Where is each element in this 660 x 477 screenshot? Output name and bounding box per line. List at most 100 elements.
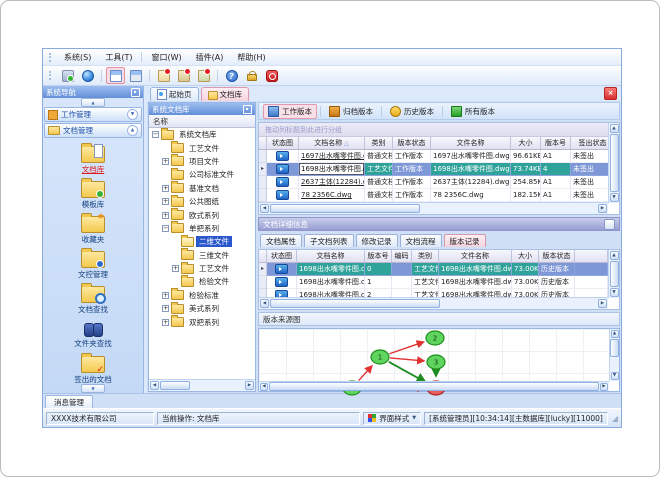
scroll-down-icon[interactable]: ▼ <box>609 193 619 202</box>
scrollbar-thumb[interactable] <box>610 339 619 357</box>
column-header[interactable]: 大小 <box>511 137 541 150</box>
menu-item[interactable]: 窗口(W) <box>144 52 188 63</box>
tree-expand-icon[interactable]: + <box>162 292 169 299</box>
tree-item[interactable]: + 项目文件 <box>149 154 255 168</box>
sidebar-item[interactable]: 签出的文档 <box>47 353 139 388</box>
sidebar-item[interactable]: 文控管理 <box>47 248 139 283</box>
sidebar-item[interactable]: 文件夹查找 <box>47 318 139 353</box>
detail-tab[interactable]: 文档属性 <box>260 234 302 247</box>
column-header[interactable]: 版本状态 <box>393 137 431 150</box>
sidebar-item[interactable]: 文档查找 <box>47 283 139 318</box>
scrollbar-thumb[interactable] <box>609 134 619 192</box>
menubar-grip[interactable] <box>49 52 54 62</box>
tree-collapse-icon[interactable]: − <box>152 131 159 139</box>
scroll-left-icon[interactable]: ◀ <box>260 382 268 391</box>
scrollbar-thumb[interactable] <box>269 382 599 391</box>
resize-grip[interactable]: ◢ <box>612 414 618 423</box>
column-header[interactable]: 类别 <box>412 250 439 263</box>
table-row[interactable]: ▸1698出水嘴零件图.dwg0工艺文件1698出水嘴零件图.dwg73.00K… <box>259 263 608 276</box>
menu-item[interactable]: 系统(S) <box>57 52 98 63</box>
column-header[interactable]: 签出状态 <box>571 137 608 150</box>
scroll-up-icon[interactable]: ▲ <box>610 330 619 338</box>
tree-expand-icon[interactable]: + <box>162 305 169 313</box>
all-version-button[interactable]: 所有版本 <box>446 104 500 119</box>
message-open-button[interactable] <box>174 67 193 84</box>
grid-vertical-scrollbar[interactable]: ▲ ▼ <box>608 123 619 203</box>
work-version-button[interactable]: 工作版本 <box>263 103 317 119</box>
tree-item[interactable]: 三维文件 <box>149 248 255 262</box>
scroll-down-icon[interactable]: ▼ <box>609 288 619 297</box>
tree-item[interactable]: − 单把系列 <box>149 221 255 235</box>
scroll-right-icon[interactable]: ▶ <box>598 299 607 308</box>
graph-vertical-scrollbar[interactable]: ▲ ▼ <box>609 329 619 381</box>
tree-item[interactable]: + 工艺文件 <box>149 261 255 275</box>
tree-item[interactable]: 公司标准文件 <box>149 167 255 181</box>
tree-item[interactable]: 工艺文件 <box>149 141 255 154</box>
chevron-up-icon[interactable]: ▲ <box>81 98 105 107</box>
tree-item[interactable]: 检验文件 <box>149 274 255 288</box>
grid-vertical-scrollbar[interactable]: ▲ ▼ <box>608 250 619 298</box>
tree-item[interactable]: + 基准文档 <box>149 181 255 195</box>
sidebar-item[interactable]: 文档库 <box>47 143 139 178</box>
column-header[interactable]: 版本状态 <box>539 250 575 263</box>
scroll-up-icon[interactable]: ▲ <box>609 124 619 133</box>
tree-item[interactable]: − 系统文档库 <box>149 128 255 141</box>
column-header[interactable]: 文档名称 <box>297 250 365 263</box>
table-row[interactable]: 78 2356C.dwg普通文档工作版本78 2356C.dwg182.15KB… <box>259 189 608 202</box>
toolbar-grip[interactable] <box>49 71 54 80</box>
help-button[interactable]: ? <box>222 67 241 84</box>
tree-item[interactable]: + 欧式系列 <box>149 208 255 221</box>
scroll-up-icon[interactable]: ▲ <box>609 251 619 260</box>
scrollbar-thumb[interactable] <box>270 204 420 213</box>
main-tab[interactable]: 起始页 <box>150 87 199 101</box>
history-version-button[interactable]: 历史版本 <box>385 104 439 119</box>
scroll-right-icon[interactable]: ▶ <box>600 382 608 391</box>
table-row[interactable]: 1697出水嘴零件图.dwg普通文档工作版本1697出水嘴零件图.dwg96.6… <box>259 150 608 163</box>
pin-icon[interactable] <box>243 104 252 114</box>
tree-item[interactable]: 二维文件 <box>149 234 255 248</box>
table-row[interactable]: 2637主体(12284).dwg普通文档工作版本2637主体(12284).d… <box>259 176 608 189</box>
close-icon[interactable]: × <box>604 87 617 100</box>
archive-version-button[interactable]: 归档版本 <box>324 104 378 119</box>
tree-item[interactable]: + 公共图纸 <box>149 194 255 208</box>
tree-expand-icon[interactable]: + <box>162 198 169 206</box>
scrollbar-thumb[interactable] <box>160 381 190 390</box>
grid-horizontal-scrollbar[interactable]: ◀ ▶ <box>259 297 608 309</box>
scroll-right-icon[interactable]: ▶ <box>245 381 254 390</box>
column-header[interactable]: 状态图 <box>267 250 297 263</box>
sidebar-panel-document[interactable]: 文档管理 ▲ <box>44 123 142 138</box>
column-header[interactable]: 大小 <box>512 250 539 263</box>
tree-horizontal-scrollbar[interactable]: ◀ ▶ <box>149 379 255 391</box>
sidebar-panel-work[interactable]: 工作管理 ▼ <box>44 107 142 122</box>
message-new-button[interactable] <box>154 67 173 84</box>
column-header[interactable]: 编码 <box>392 250 412 263</box>
detail-tab[interactable]: 文档流程 <box>399 234 442 247</box>
detail-tab[interactable]: 版本记录 <box>443 234 486 247</box>
scroll-left-icon[interactable]: ◀ <box>260 299 269 308</box>
table-row[interactable]: 1698出水嘴零件图.dwg1工艺文件1698出水嘴零件图.dwg73.00KB… <box>259 276 608 289</box>
scrollbar-thumb[interactable] <box>270 299 440 308</box>
tree-item[interactable]: + 检验标准 <box>149 288 255 302</box>
detail-tab[interactable]: 子文档列表 <box>304 234 354 247</box>
menu-item[interactable]: 帮助(H) <box>230 52 272 63</box>
tree-expand-icon[interactable]: + <box>162 158 169 165</box>
tab-message-management[interactable]: 消息管理 <box>45 395 93 408</box>
pin-icon[interactable] <box>131 87 140 97</box>
lock-button[interactable] <box>242 67 261 84</box>
column-header[interactable]: 版本号 <box>365 250 392 263</box>
interface-style-dropdown[interactable]: 界面样式 ▼ <box>363 411 422 425</box>
message-send-button[interactable] <box>194 67 213 84</box>
column-header[interactable]: 文件名称 <box>431 137 511 150</box>
scroll-left-icon[interactable]: ◀ <box>150 381 159 390</box>
globe-button[interactable] <box>78 67 97 84</box>
tree-column-header[interactable]: 名称 <box>149 115 255 128</box>
table-row[interactable]: 1698出水嘴零件图.dwg2工艺文件1698出水嘴零件图.dwg73.00KB… <box>259 289 608 297</box>
grid-horizontal-scrollbar[interactable]: ◀ ▶ <box>259 202 608 214</box>
scroll-left-icon[interactable]: ◀ <box>260 204 269 213</box>
main-tab[interactable]: 文档库 <box>200 87 249 101</box>
chevron-down-icon[interactable]: ▼ <box>81 384 105 393</box>
version-graph[interactable]: 01234 <box>259 329 608 405</box>
scroll-right-icon[interactable]: ▶ <box>598 204 607 213</box>
tree-expand-icon[interactable]: + <box>162 318 169 326</box>
chevron-up-icon[interactable]: ▲ <box>127 125 138 136</box>
